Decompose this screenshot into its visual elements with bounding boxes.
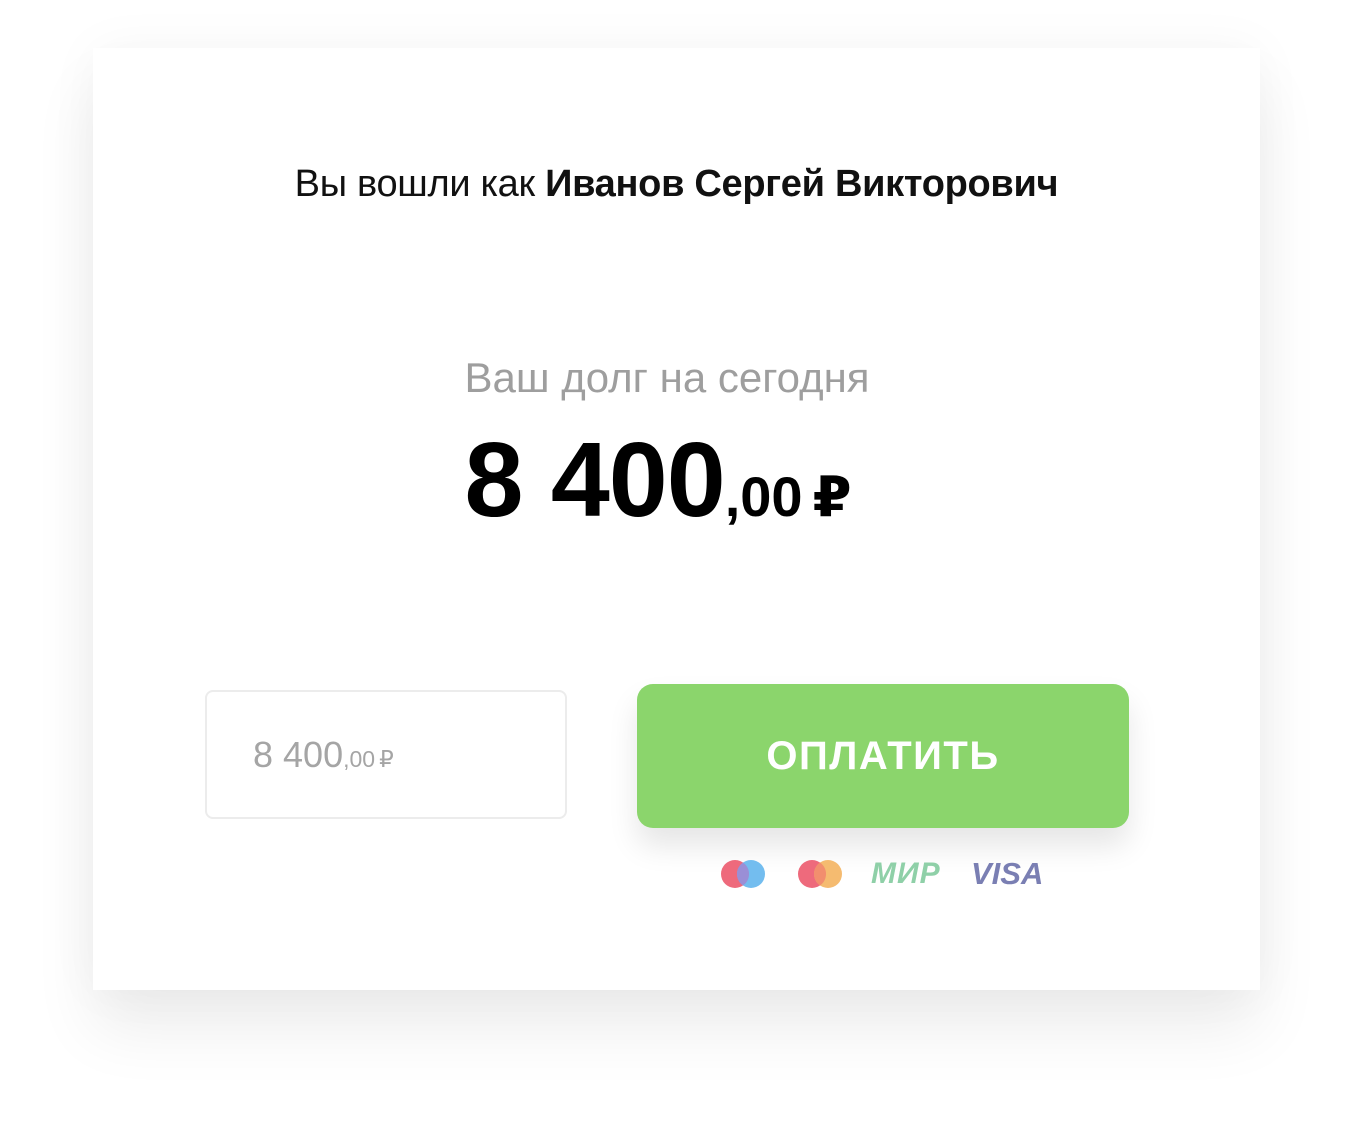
debt-amount-fraction: ,00 (724, 465, 803, 528)
logged-in-prefix: Вы вошли как (294, 163, 535, 205)
payment-amount-integer: 8 400 (253, 734, 344, 775)
payment-systems: МИР VISA (719, 854, 1059, 894)
maestro-icon (719, 858, 767, 895)
visa-logo: VISA (971, 856, 1044, 891)
logged-in-line: Вы вошли как Иванов Сергей Викторович (93, 160, 1260, 208)
payment-amount-fraction: ,00 (343, 746, 376, 772)
debt-caption: Ваш долг на сегодня (464, 354, 870, 401)
debt-currency: ₽ (812, 465, 852, 528)
mir-logo: МИР (871, 857, 941, 890)
pay-button[interactable]: ОПЛАТИТЬ (637, 684, 1129, 828)
debt-amount: 8 400,00 ₽ (93, 420, 1223, 572)
payment-card: Вы вошли как Иванов Сергей Викторович Ва… (93, 48, 1260, 990)
user-name: Иванов Сергей Викторович (545, 163, 1059, 205)
mastercard-icon (796, 858, 844, 895)
payment-amount-currency: ₽ (379, 746, 394, 772)
payment-amount-value: 8 400,00 ₽ (253, 734, 394, 776)
debt-amount-integer: 8 400 (464, 421, 725, 539)
payment-amount-input[interactable]: 8 400,00 ₽ (205, 690, 567, 819)
